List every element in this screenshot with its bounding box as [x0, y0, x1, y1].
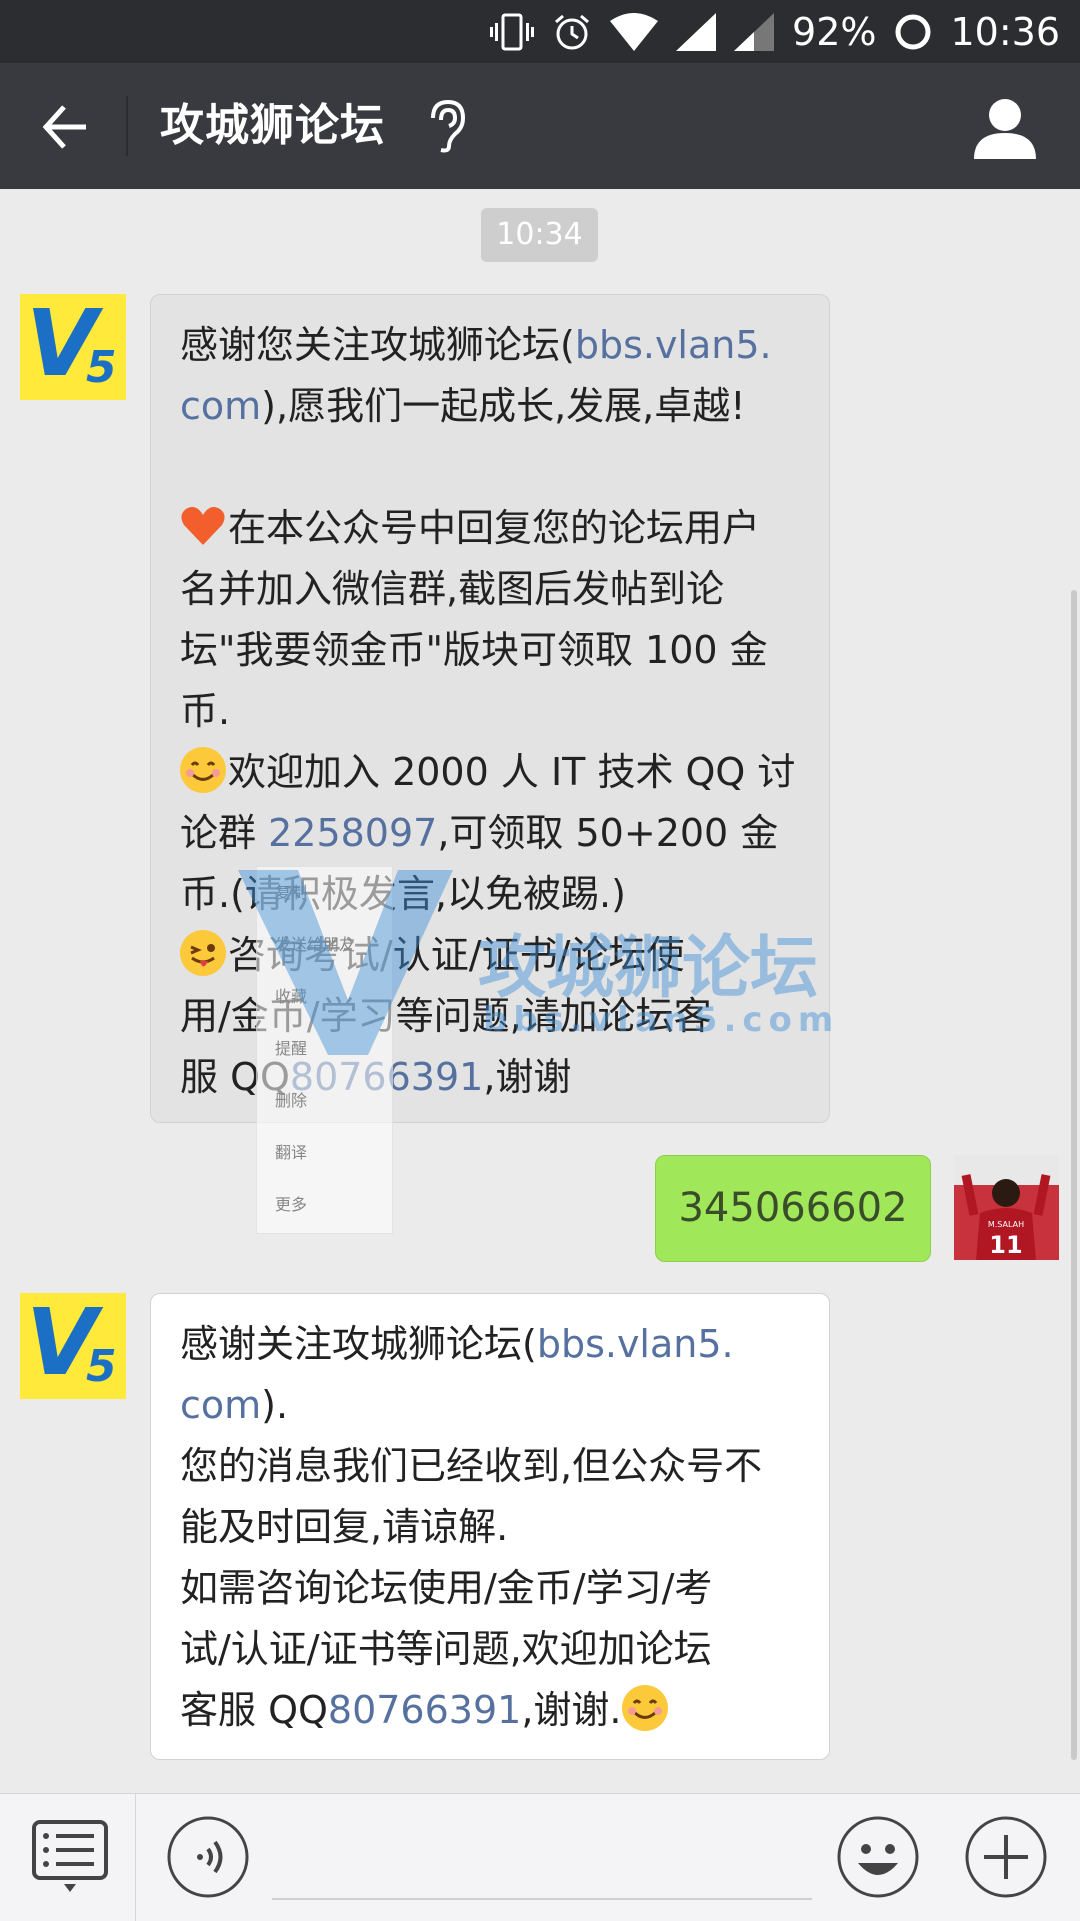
- alarm-icon: [552, 12, 592, 52]
- official-account-profile-button[interactable]: [970, 93, 1040, 163]
- wink-tongue-emoji-icon: [180, 930, 226, 976]
- smile-emoji-icon: [180, 747, 226, 793]
- forum-link[interactable]: bbs.vlan5.: [537, 1322, 734, 1366]
- message-line: 能及时回复,请谅解.: [180, 1505, 509, 1549]
- title-bar: 攻城狮论坛: [0, 63, 1080, 189]
- qq-service-link[interactable]: 80766391: [328, 1688, 521, 1732]
- vibrate-icon: [490, 13, 535, 51]
- wifi-icon: [610, 12, 659, 51]
- message-line: 客服 QQ80766391,谢谢.: [180, 1680, 800, 1741]
- avatar-official-account[interactable]: V 5: [20, 294, 126, 400]
- earpiece-mode-icon: [431, 99, 466, 153]
- menu-item-remind[interactable]: 提醒: [257, 1023, 392, 1075]
- smiley-face-icon: [837, 1816, 919, 1898]
- status-bar: 92% 10:36: [0, 0, 1080, 63]
- message-context-menu: 复制 发送给朋友 收藏 提醒 删除 翻译 更多: [256, 866, 393, 1234]
- message-line: 在本公众号中回复您的论坛用户: [180, 498, 800, 559]
- title-divider: [126, 96, 128, 156]
- svg-text:M.SALAH: M.SALAH: [988, 1220, 1024, 1229]
- battery-text: 92%: [792, 9, 877, 54]
- menu-item-more[interactable]: 更多: [257, 1179, 392, 1231]
- forum-link[interactable]: com: [180, 1383, 261, 1427]
- menu-item-copy[interactable]: 复制: [257, 867, 392, 919]
- avatar-me[interactable]: 11 M.SALAH: [954, 1155, 1059, 1260]
- svg-text:11: 11: [989, 1231, 1022, 1259]
- voice-input-button[interactable]: [166, 1815, 250, 1899]
- message-line: 欢迎加入 2000 人 IT 技术 QQ 讨: [180, 742, 800, 803]
- message-input[interactable]: [272, 1898, 812, 1900]
- back-button[interactable]: [28, 91, 100, 163]
- forum-link[interactable]: bbs.vlan5.: [575, 323, 772, 367]
- person-icon: [974, 99, 1036, 159]
- message-line: 感谢您关注攻城狮论坛(bbs.vlan5.: [180, 323, 772, 367]
- message-line: 币.: [180, 689, 231, 733]
- emoji-button[interactable]: [836, 1815, 920, 1899]
- voice-icon: [167, 1816, 249, 1898]
- menu-item-delete[interactable]: 删除: [257, 1075, 392, 1127]
- message-timestamp: 10:34: [481, 208, 598, 262]
- message-line: 您的消息我们已经收到,但公众号不: [180, 1444, 763, 1488]
- message-line: com).: [180, 1383, 289, 1427]
- message-line: 名并加入微信群,截图后发帖到论: [180, 567, 725, 611]
- message-line: 论群 2258097,可领取 50+200 金: [180, 811, 779, 855]
- menu-keyboard-switch-button[interactable]: [30, 1818, 110, 1898]
- chat-scrollbar[interactable]: [1071, 590, 1077, 1760]
- menu-list-icon: [32, 1820, 108, 1892]
- smile-emoji-icon: [621, 1685, 668, 1731]
- heart-emoji-icon: [180, 503, 226, 549]
- message-line: 坛"我要领金币"版块可领取 100 金: [180, 628, 768, 672]
- message-bubble-auto-reply[interactable]: 感谢关注攻城狮论坛(bbs.vlan5. com). 您的消息我们已经收到,但公…: [150, 1293, 830, 1760]
- message-line: 试/认证/证书等问题,欢迎加论坛: [180, 1627, 712, 1671]
- signal-weak-icon: [734, 12, 775, 51]
- menu-item-translate[interactable]: 翻译: [257, 1127, 392, 1179]
- message-bubble-welcome[interactable]: 感谢您关注攻城狮论坛(bbs.vlan5. com),愿我们一起成长,发展,卓越…: [150, 294, 830, 1123]
- sent-message-bubble[interactable]: 345066602: [655, 1155, 931, 1262]
- player-photo-icon: 11 M.SALAH: [954, 1155, 1059, 1260]
- toolbar-divider: [135, 1794, 136, 1921]
- back-arrow-icon: [42, 105, 86, 149]
- menu-item-send-to-friend[interactable]: 发送给朋友: [257, 919, 392, 971]
- message-line: 感谢关注攻城狮论坛(bbs.vlan5.: [180, 1322, 734, 1366]
- message-line: 如需咨询论坛使用/金币/学习/考: [180, 1566, 713, 1610]
- avatar-official-account[interactable]: V 5: [20, 1293, 126, 1399]
- clock-text: 10:36: [950, 9, 1060, 54]
- battery-icon: [894, 13, 932, 51]
- qq-group-link[interactable]: 2258097: [268, 811, 437, 855]
- input-toolbar: [0, 1793, 1080, 1921]
- forum-link[interactable]: com: [180, 384, 261, 428]
- message-line: com),愿我们一起成长,发展,卓越!: [180, 384, 746, 428]
- signal-icon: [676, 12, 717, 51]
- menu-item-favorite[interactable]: 收藏: [257, 971, 392, 1023]
- page-title: 攻城狮论坛: [160, 100, 385, 151]
- plus-icon: [965, 1816, 1047, 1898]
- more-functions-button[interactable]: [964, 1815, 1048, 1899]
